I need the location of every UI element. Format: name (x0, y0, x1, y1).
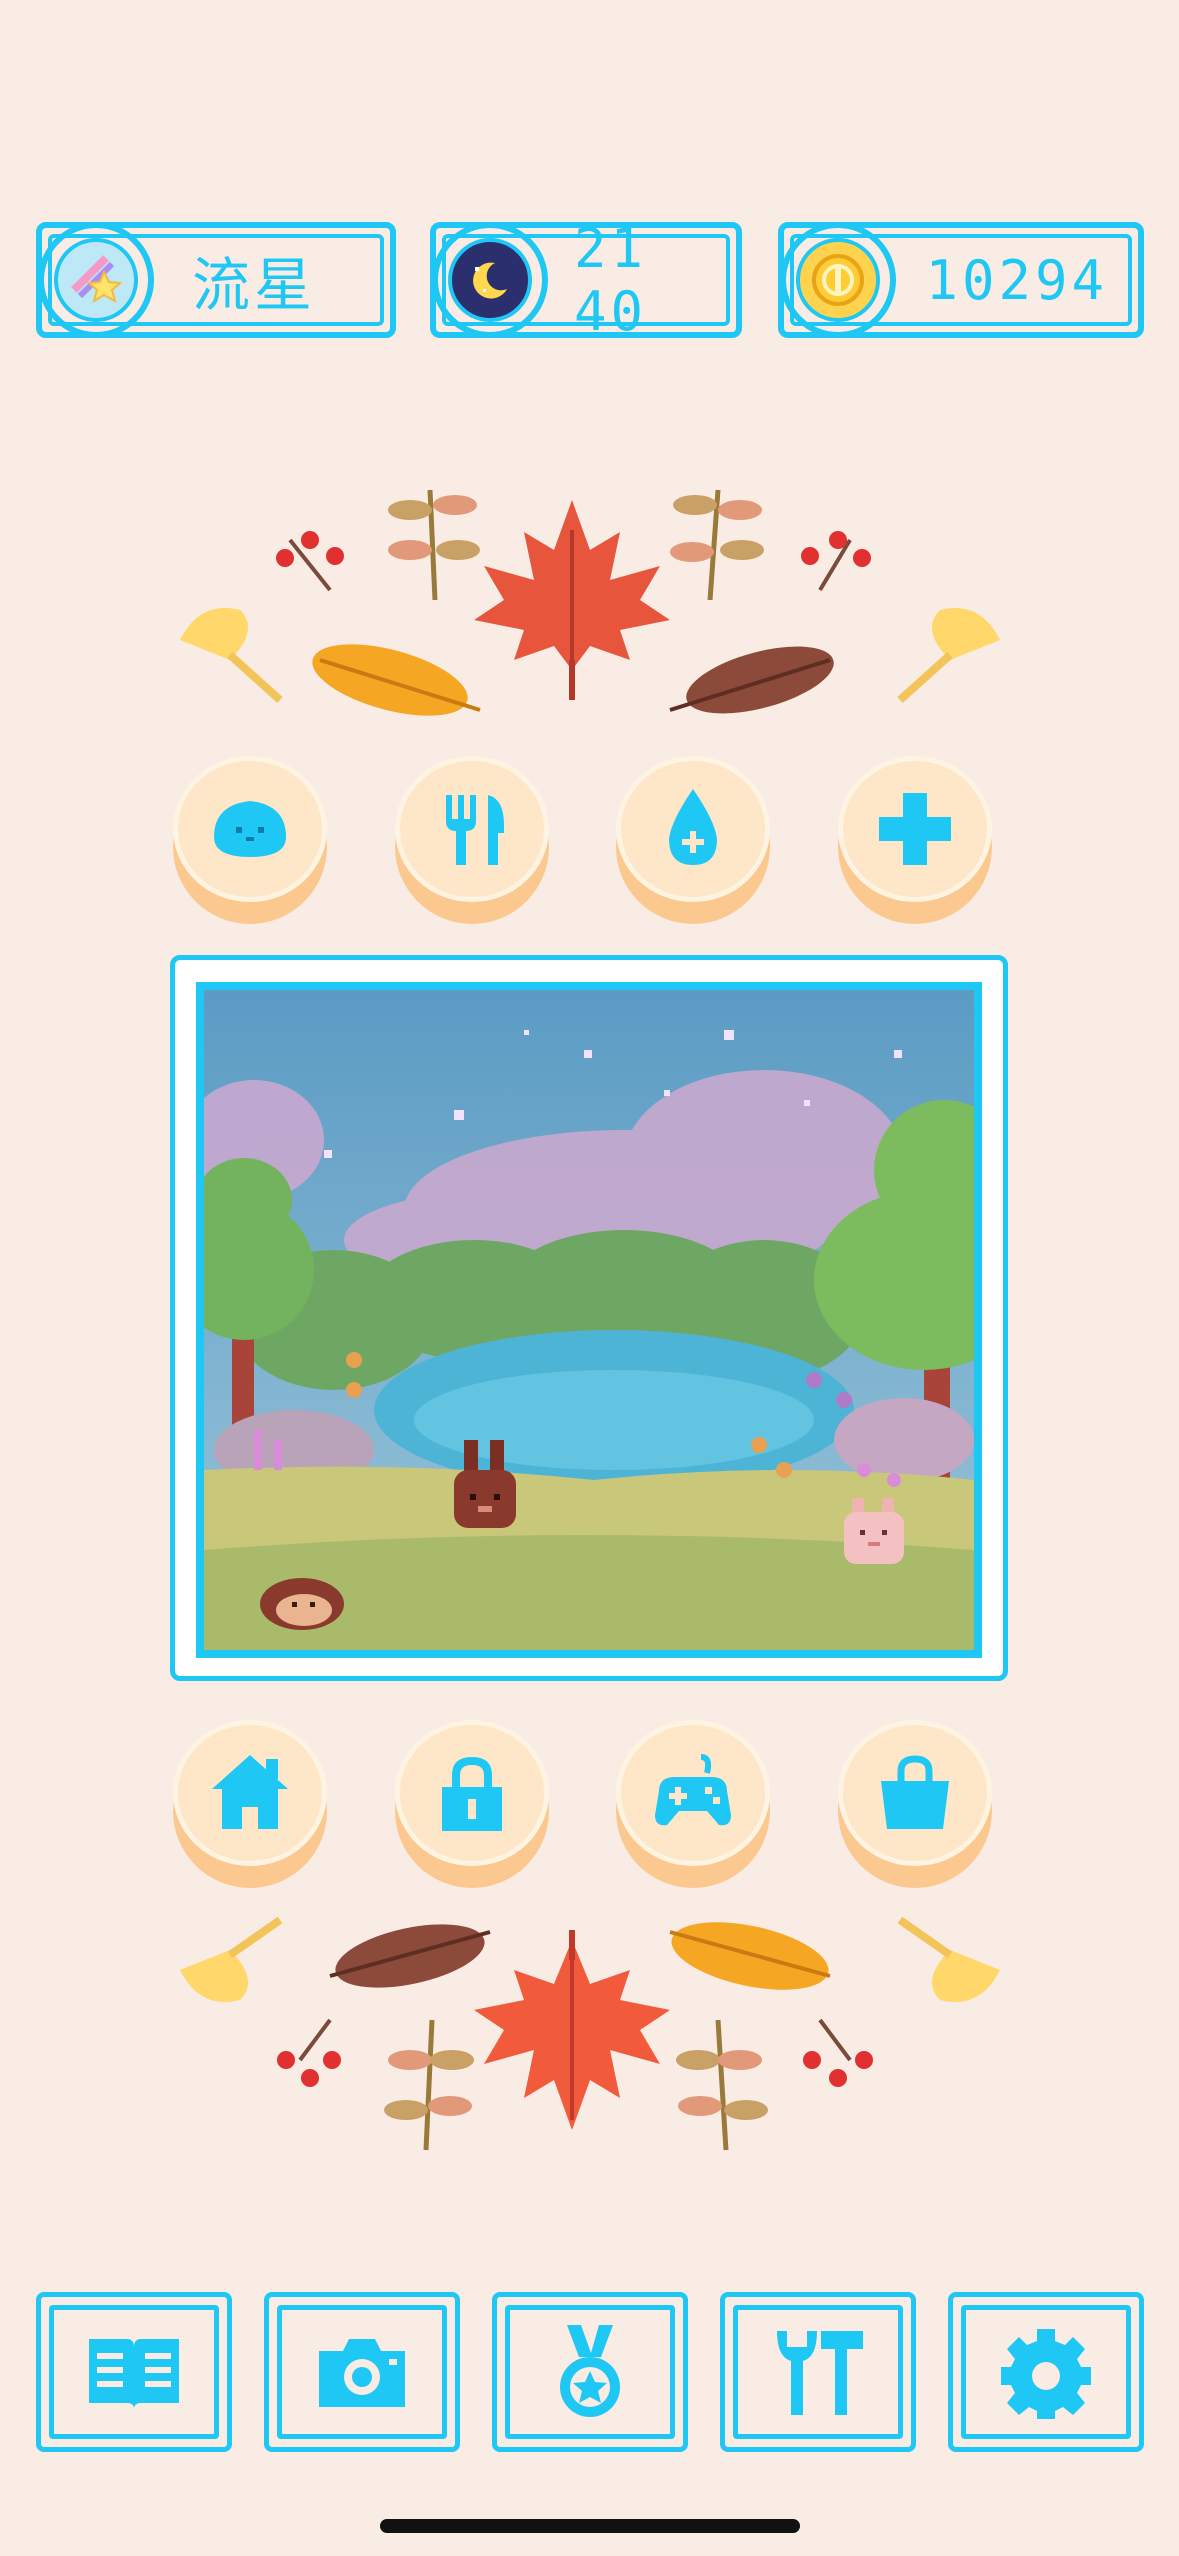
home-button[interactable] (173, 1720, 327, 1888)
orange-leaf-icon (312, 644, 481, 716)
achievements-button[interactable] (492, 2292, 688, 2452)
maple-leaf-icon (474, 1930, 670, 2130)
sprig-right-icon (670, 489, 764, 601)
berries-right-icon (801, 531, 871, 592)
house-icon (212, 1755, 288, 1829)
player-name: 流星 (192, 251, 317, 319)
pet-face-icon (214, 801, 286, 857)
water-button[interactable] (616, 756, 770, 924)
ginkgo-right-icon (897, 1916, 1000, 2002)
gear-icon (1001, 2329, 1091, 2419)
moon-icon (473, 262, 507, 299)
camera-icon (319, 2339, 405, 2407)
home-indicator[interactable] (380, 2519, 800, 2533)
clock-time: 21 40 (574, 217, 648, 343)
shopping-bag-icon (881, 1755, 949, 1829)
ginkgo-right-icon (897, 608, 1000, 703)
journal-button[interactable] (36, 2292, 232, 2452)
forest-pond-scene (204, 990, 974, 1650)
brown-leaf-icon (669, 646, 834, 714)
coin-count: 10294 (925, 248, 1108, 312)
lock-icon (442, 1757, 502, 1831)
sprig-right-icon (676, 2019, 768, 2151)
sprig-left-icon (388, 489, 480, 601)
plus-icon (879, 793, 951, 865)
feed-button[interactable] (395, 756, 549, 924)
gamepad-icon (655, 1754, 731, 1826)
coin-icon (812, 254, 864, 306)
sprig-left-icon (384, 2019, 474, 2151)
autumn-leaves-bottom-decoration (180, 1916, 1000, 2151)
coin-badge (780, 222, 896, 338)
settings-button[interactable] (948, 2292, 1144, 2452)
hedgehog-pet[interactable] (260, 1578, 344, 1630)
coins-pill[interactable]: 10294 (778, 222, 1144, 338)
shooting-star-badge (38, 222, 154, 338)
orange-leaf-icon (669, 1922, 831, 1990)
ginkgo-left-icon (180, 608, 283, 703)
tools-button[interactable] (720, 2292, 916, 2452)
tools-icon (777, 2331, 863, 2415)
time-pill[interactable]: 21 40 (430, 217, 742, 343)
medal-icon (560, 2325, 620, 2417)
heal-button[interactable] (838, 756, 992, 924)
pet-scene[interactable] (196, 982, 982, 1658)
pet-status-button[interactable] (173, 756, 327, 924)
maple-leaf-icon (474, 500, 670, 700)
shooting-star-icon (71, 255, 123, 304)
moon-badge (432, 222, 548, 338)
shop-button[interactable] (838, 1720, 992, 1888)
lock-button[interactable] (395, 1720, 549, 1888)
fork-knife-icon (446, 795, 504, 865)
berries-right-icon (803, 2018, 873, 2087)
book-icon (89, 2339, 179, 2409)
brown-leaf-icon (329, 1924, 491, 1988)
camera-button[interactable] (264, 2292, 460, 2452)
water-drop-icon (669, 789, 717, 865)
ginkgo-left-icon (180, 1916, 283, 2002)
berries-left-icon (276, 531, 344, 592)
autumn-leaves-top-decoration (180, 489, 1000, 716)
play-button[interactable] (616, 1720, 770, 1888)
berries-left-icon (277, 2018, 341, 2087)
name-pill[interactable]: 流星 (36, 222, 396, 338)
